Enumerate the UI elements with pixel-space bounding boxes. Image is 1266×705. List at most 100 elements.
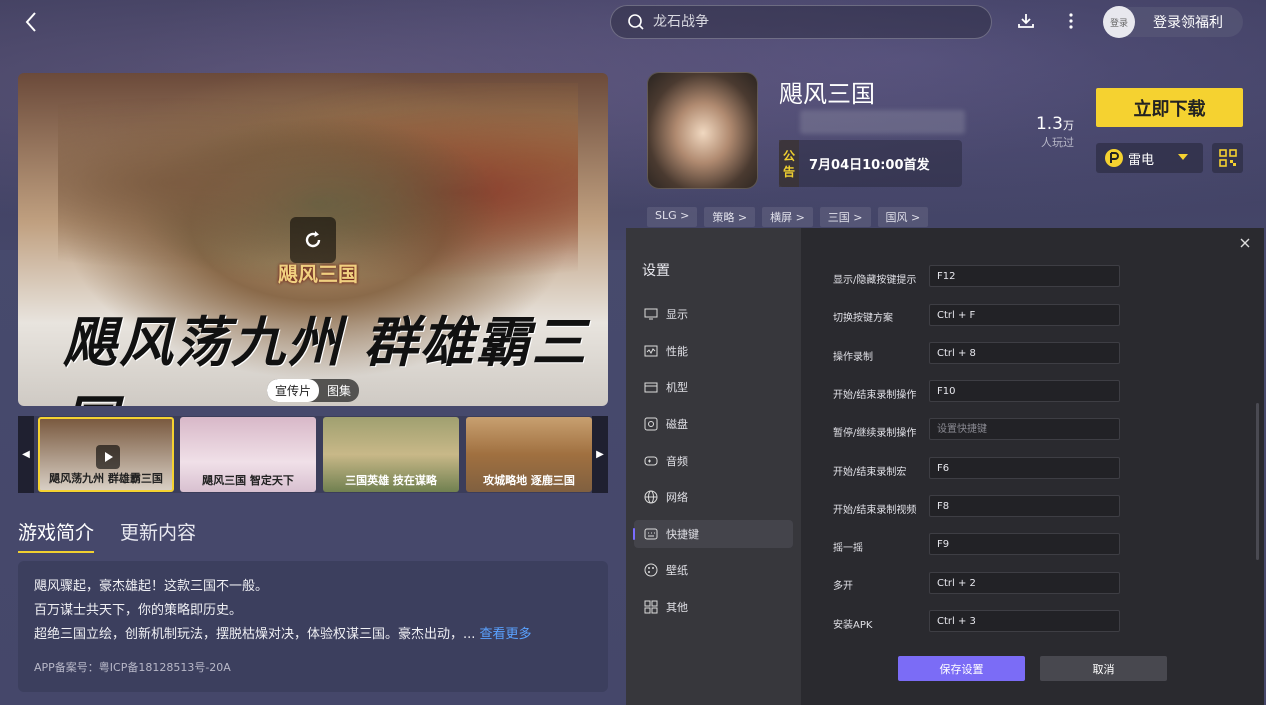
player-count-label: 人玩过 — [1041, 136, 1074, 149]
sidebar-item-display[interactable]: 显示 — [634, 300, 793, 328]
search-icon — [628, 14, 644, 30]
thumbnail-video[interactable]: 飓风荡九州 群雄霸三国 — [38, 417, 174, 492]
shortcut-label: 多开 — [833, 581, 853, 592]
download-manager-button[interactable] — [1016, 11, 1036, 31]
shortcut-label: 暂停/继续录制操作 — [833, 428, 917, 439]
palette-icon — [644, 563, 658, 577]
keyboard-icon — [644, 527, 658, 541]
announcement-text: 7月04日10:00首发 — [809, 158, 930, 173]
settings-title: 设置 — [642, 263, 670, 279]
sidebar-item-label: 音频 — [666, 455, 688, 468]
replay-icon — [305, 231, 321, 248]
shortcut-input[interactable] — [929, 418, 1120, 440]
back-button[interactable] — [20, 10, 44, 34]
sidebar-item-wallpaper[interactable]: 壁纸 — [634, 556, 793, 584]
tab-promo-video[interactable]: 宣传片 — [267, 379, 320, 402]
tab-update-notes[interactable]: 更新内容 — [120, 518, 196, 553]
sidebar-item-network[interactable]: 网络 — [634, 483, 793, 511]
caret-down-icon — [1178, 154, 1189, 160]
player-count-unit: 万 — [1063, 119, 1074, 132]
thumbnail-image[interactable]: 飓风三国 智定天下 — [180, 417, 316, 492]
scrollbar[interactable] — [1256, 403, 1259, 560]
tab-game-intro[interactable]: 游戏简介 — [18, 518, 95, 553]
audio-icon — [644, 454, 658, 468]
grid-icon — [644, 600, 658, 614]
tag-slg[interactable]: SLG > — [647, 207, 698, 227]
shortcut-label: 开始/结束录制视频 — [833, 505, 917, 516]
blurred-subtitle — [800, 110, 965, 134]
chevron-left-icon — [25, 12, 36, 32]
more-menu-button[interactable] — [1061, 11, 1081, 31]
search-bar[interactable] — [610, 5, 992, 39]
login-label: 登录领福利 — [1153, 15, 1223, 31]
sidebar-item-model[interactable]: 机型 — [634, 373, 793, 401]
promo-video[interactable]: 飓风三国 飓风荡九州 群雄霸三国 宣传片 图集 — [18, 73, 608, 406]
tag-three-kingdoms[interactable]: 三国 > — [819, 207, 871, 227]
shortcut-label: 开始/结束录制宏 — [833, 467, 907, 478]
play-icon — [96, 445, 120, 469]
thumbnail-next-button[interactable]: ▶ — [592, 416, 608, 493]
tab-gallery[interactable]: 图集 — [319, 379, 359, 402]
see-more-link[interactable]: 查看更多 — [480, 627, 532, 642]
sidebar-item-performance[interactable]: 性能 — [634, 337, 793, 365]
avatar: 登录 — [1103, 6, 1135, 38]
thumbnail-prev-button[interactable]: ◀ — [18, 416, 34, 493]
shortcut-input[interactable] — [929, 342, 1120, 364]
shortcut-input[interactable] — [929, 457, 1120, 479]
engine-select[interactable]: 雷电 — [1096, 143, 1203, 173]
shortcut-input[interactable] — [929, 572, 1120, 594]
icp-record: APP备案号：粤ICP备18128513号-20A — [34, 661, 231, 674]
cancel-button[interactable]: 取消 — [1040, 656, 1167, 681]
shortcut-input[interactable] — [929, 533, 1120, 555]
sidebar-item-other[interactable]: 其他 — [634, 593, 793, 621]
download-button[interactable]: 立即下载 — [1096, 88, 1243, 127]
settings-sidebar: 设置 显示 性能 机型 磁盘 音频 网络 快捷键 壁纸 其他 — [626, 228, 801, 705]
thumbnail-caption: 三国英雄 技在谋略 — [345, 474, 437, 487]
genre-tags: SLG > 策略 > 横屏 > 三国 > 国风 > — [647, 207, 929, 227]
engine-label: 雷电 — [1128, 152, 1155, 168]
intro-line: 百万谋士共天下，你的策略即历史。 — [34, 603, 243, 618]
qr-code-icon — [1218, 149, 1237, 167]
tag-landscape[interactable]: 横屏 > — [762, 207, 813, 227]
monitor-icon — [644, 307, 658, 321]
shortcut-input[interactable] — [929, 265, 1120, 287]
sidebar-item-label: 其他 — [666, 601, 688, 614]
shortcut-input[interactable] — [929, 304, 1120, 326]
shortcut-input[interactable] — [929, 610, 1120, 632]
intro-content: 飓风骤起，豪杰雄起！这款三国不一般。 百万谋士共天下，你的策略即历史。 超绝三国… — [18, 561, 608, 692]
announcement-tag: 公告 — [779, 140, 799, 187]
phone-model-icon — [644, 380, 658, 394]
player-count: 1.3万 人玩过 — [1030, 114, 1074, 150]
thumbnail-strip: ◀ 飓风荡九州 群雄霸三国 飓风三国 智定天下 三国英雄 技在谋略 攻城略地 逐… — [18, 416, 608, 493]
close-icon — [1240, 238, 1250, 248]
search-input[interactable] — [653, 14, 953, 30]
game-title: 飓风三国 — [779, 80, 875, 108]
close-button[interactable] — [1238, 235, 1252, 249]
game-icon — [647, 72, 758, 189]
shortcut-label: 操作录制 — [833, 352, 873, 363]
thumbnail-caption: 攻城略地 逐鹿三国 — [483, 474, 575, 487]
sidebar-item-label: 快捷键 — [666, 528, 699, 541]
thumbnail-image[interactable]: 攻城略地 逐鹿三国 — [466, 417, 592, 492]
tag-strategy[interactable]: 策略 > — [704, 207, 756, 227]
disk-icon — [644, 417, 658, 431]
sidebar-item-shortcuts[interactable]: 快捷键 — [633, 520, 793, 548]
save-settings-button[interactable]: 保存设置 — [898, 656, 1025, 681]
shortcut-input[interactable] — [929, 495, 1120, 517]
download-icon — [1018, 14, 1034, 28]
shortcut-label: 安装APK — [833, 620, 873, 631]
sidebar-item-label: 壁纸 — [666, 564, 688, 577]
tag-chinese-style[interactable]: 国风 > — [877, 207, 929, 227]
shortcut-label: 切换按键方案 — [833, 313, 893, 324]
thumbnail-caption: 飓风三国 智定天下 — [202, 474, 294, 487]
qr-code-button[interactable] — [1212, 143, 1243, 173]
login-button[interactable]: 登录 登录领福利 — [1103, 6, 1243, 38]
shortcut-input[interactable] — [929, 380, 1120, 402]
sidebar-item-audio[interactable]: 音频 — [634, 447, 793, 475]
shortcut-label: 开始/结束录制操作 — [833, 390, 917, 401]
thumbnail-image[interactable]: 三国英雄 技在谋略 — [323, 417, 459, 492]
replay-button[interactable] — [290, 217, 336, 263]
settings-dialog: 设置 显示 性能 机型 磁盘 音频 网络 快捷键 壁纸 其他 显示/隐藏按键提示… — [626, 228, 1264, 705]
sidebar-item-disk[interactable]: 磁盘 — [634, 410, 793, 438]
sidebar-item-label: 网络 — [666, 491, 688, 504]
